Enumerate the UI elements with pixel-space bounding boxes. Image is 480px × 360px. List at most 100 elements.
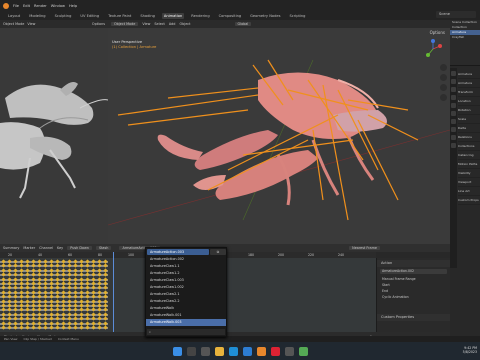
- tab-modeling[interactable]: Modeling: [27, 13, 47, 19]
- tab-animation[interactable]: Animation: [161, 12, 185, 19]
- navigation-gizmo-icon[interactable]: [422, 38, 444, 60]
- constraint-tab-icon[interactable]: [451, 135, 456, 140]
- tab-shading[interactable]: Shading: [138, 13, 157, 19]
- summary-menu[interactable]: Summary: [3, 246, 19, 250]
- action-list-item[interactable]: ArmatureAction.002: [146, 256, 226, 263]
- task-view-icon[interactable]: [200, 346, 210, 356]
- action-list-item[interactable]: ArmatureWalk.001: [146, 312, 226, 319]
- property-row[interactable]: Armature: [458, 79, 480, 88]
- tab-geometry-nodes[interactable]: Geometry Nodes: [248, 13, 282, 19]
- menu-file[interactable]: File: [13, 4, 19, 8]
- add-menu[interactable]: Add: [169, 22, 176, 26]
- property-row[interactable]: Rotation: [458, 106, 480, 115]
- camera-icon[interactable]: [440, 84, 447, 91]
- action-list-item[interactable]: ArmatureClaw1.003: [146, 277, 226, 284]
- left-mode-dropdown[interactable]: Object Mode: [3, 22, 24, 26]
- viewport-info: User Perspective (1) Collection | Armatu…: [112, 40, 156, 50]
- scene-tab-icon[interactable]: [451, 95, 456, 100]
- tab-texture-paint[interactable]: Texture Paint: [106, 13, 133, 19]
- action-list-item[interactable]: ArmatureWalk: [146, 305, 226, 312]
- stash-button[interactable]: Stash: [95, 246, 112, 250]
- property-row[interactable]: Custom Props: [458, 196, 480, 205]
- action-section-header[interactable]: Action: [377, 260, 450, 267]
- tab-sculpting[interactable]: Sculpting: [53, 13, 74, 19]
- pan-hand-icon[interactable]: [440, 74, 447, 81]
- data-tab-icon[interactable]: [451, 143, 456, 148]
- dropdown-search-input[interactable]: ⌕: [147, 329, 225, 335]
- search-taskbar-icon[interactable]: [186, 346, 196, 356]
- transform-orientation-dropdown[interactable]: Global: [234, 22, 252, 26]
- key-menu[interactable]: Key: [57, 246, 63, 250]
- action-list-item[interactable]: ArmatureClaw2.1: [146, 291, 226, 298]
- menu-render[interactable]: Render: [34, 4, 47, 8]
- channel-menu[interactable]: Channel: [39, 246, 53, 250]
- dropdown-action-button[interactable]: ArmatureAction.003: [147, 249, 209, 255]
- tab-layout[interactable]: Layout: [6, 13, 22, 19]
- left-view-menu[interactable]: View: [27, 22, 35, 26]
- output-tab-icon[interactable]: [451, 87, 456, 92]
- store-icon[interactable]: [242, 346, 252, 356]
- viewport-subheader: Options: [108, 28, 450, 36]
- tool-tab-icon[interactable]: [451, 71, 456, 76]
- menu-help[interactable]: Help: [69, 4, 77, 8]
- dropdown-new-button[interactable]: ⧉: [210, 249, 226, 255]
- tab-uv-editing[interactable]: UV Editing: [78, 13, 101, 19]
- settings-gear-icon[interactable]: [284, 346, 294, 356]
- windows-start-icon[interactable]: [172, 346, 182, 356]
- property-row[interactable]: Motion Paths: [458, 160, 480, 169]
- action-list-item[interactable]: ArmatureClaw1.1: [146, 263, 226, 270]
- action-list-item-selected[interactable]: ArmatureWalk.003: [146, 319, 226, 326]
- menu-edit[interactable]: Edit: [23, 4, 30, 8]
- chrome-icon[interactable]: [270, 346, 280, 356]
- select-menu[interactable]: Select: [154, 22, 164, 26]
- property-row[interactable]: Line Art: [458, 187, 480, 196]
- tab-compositing[interactable]: Compositing: [217, 13, 244, 19]
- property-row[interactable]: Scale: [458, 115, 480, 124]
- marker-menu[interactable]: Marker: [23, 246, 35, 250]
- world-tab-icon[interactable]: [451, 103, 456, 108]
- tab-scripting[interactable]: Scripting: [287, 13, 307, 19]
- blender-logo-icon[interactable]: [3, 2, 9, 9]
- playhead[interactable]: [113, 252, 114, 332]
- edge-browser-icon[interactable]: [228, 346, 238, 356]
- menu-window[interactable]: Window: [51, 4, 65, 8]
- action-list-item[interactable]: ArmatureClaw2.2: [146, 298, 226, 305]
- mode-dropdown[interactable]: Object Mode: [111, 22, 139, 26]
- view-menu[interactable]: View: [142, 22, 150, 26]
- action-list-item[interactable]: ArmatureClaw1.002: [146, 284, 226, 291]
- main-3d-viewport[interactable]: Object Mode View Select Add Object Globa…: [108, 20, 450, 244]
- property-row[interactable]: Armature: [458, 70, 480, 79]
- outliner-item[interactable]: Crayfish: [450, 35, 480, 40]
- custom-properties-header[interactable]: Custom Properties: [377, 314, 450, 321]
- tab-rendering[interactable]: Rendering: [189, 13, 211, 19]
- viewport-options-menu[interactable]: Options: [430, 30, 445, 35]
- property-row[interactable]: Delta: [458, 124, 480, 133]
- property-row[interactable]: Instancing: [458, 151, 480, 160]
- action-list-item[interactable]: ArmatureClaw1.2: [146, 270, 226, 277]
- cyclic-checkbox[interactable]: Cyclic Animation: [377, 294, 450, 300]
- property-row[interactable]: Relations: [458, 133, 480, 142]
- property-row[interactable]: Transform: [458, 88, 480, 97]
- scene-selector[interactable]: Scene: [436, 11, 476, 18]
- property-row[interactable]: Location: [458, 97, 480, 106]
- zoom-icon[interactable]: [440, 64, 447, 71]
- right-panel: Scene Collection Collection Armature Cra…: [450, 20, 480, 342]
- left-options-menu[interactable]: Options: [92, 22, 105, 26]
- push-down-button[interactable]: Push Down: [67, 246, 92, 250]
- object-menu[interactable]: Object: [179, 22, 190, 26]
- modifier-tab-icon[interactable]: [451, 119, 456, 124]
- action-name-field[interactable]: ArmatureAction.002: [380, 269, 447, 274]
- property-row[interactable]: Viewport: [458, 178, 480, 187]
- file-explorer-icon[interactable]: [214, 346, 224, 356]
- system-tray[interactable]: 9:42 PM 5/8/2023: [463, 346, 477, 354]
- render-tab-icon[interactable]: [451, 79, 456, 84]
- left-viewport[interactable]: Object Mode View Options: [0, 20, 108, 244]
- terminal-icon[interactable]: [298, 346, 308, 356]
- object-tab-icon[interactable]: [451, 111, 456, 116]
- property-row[interactable]: Collections: [458, 142, 480, 151]
- grid-icon[interactable]: [440, 94, 447, 101]
- physics-tab-icon[interactable]: [451, 127, 456, 132]
- snapping-dropdown[interactable]: Nearest Frame: [349, 246, 380, 250]
- blender-taskbar-icon[interactable]: [256, 346, 266, 356]
- property-row[interactable]: Visibility: [458, 169, 480, 178]
